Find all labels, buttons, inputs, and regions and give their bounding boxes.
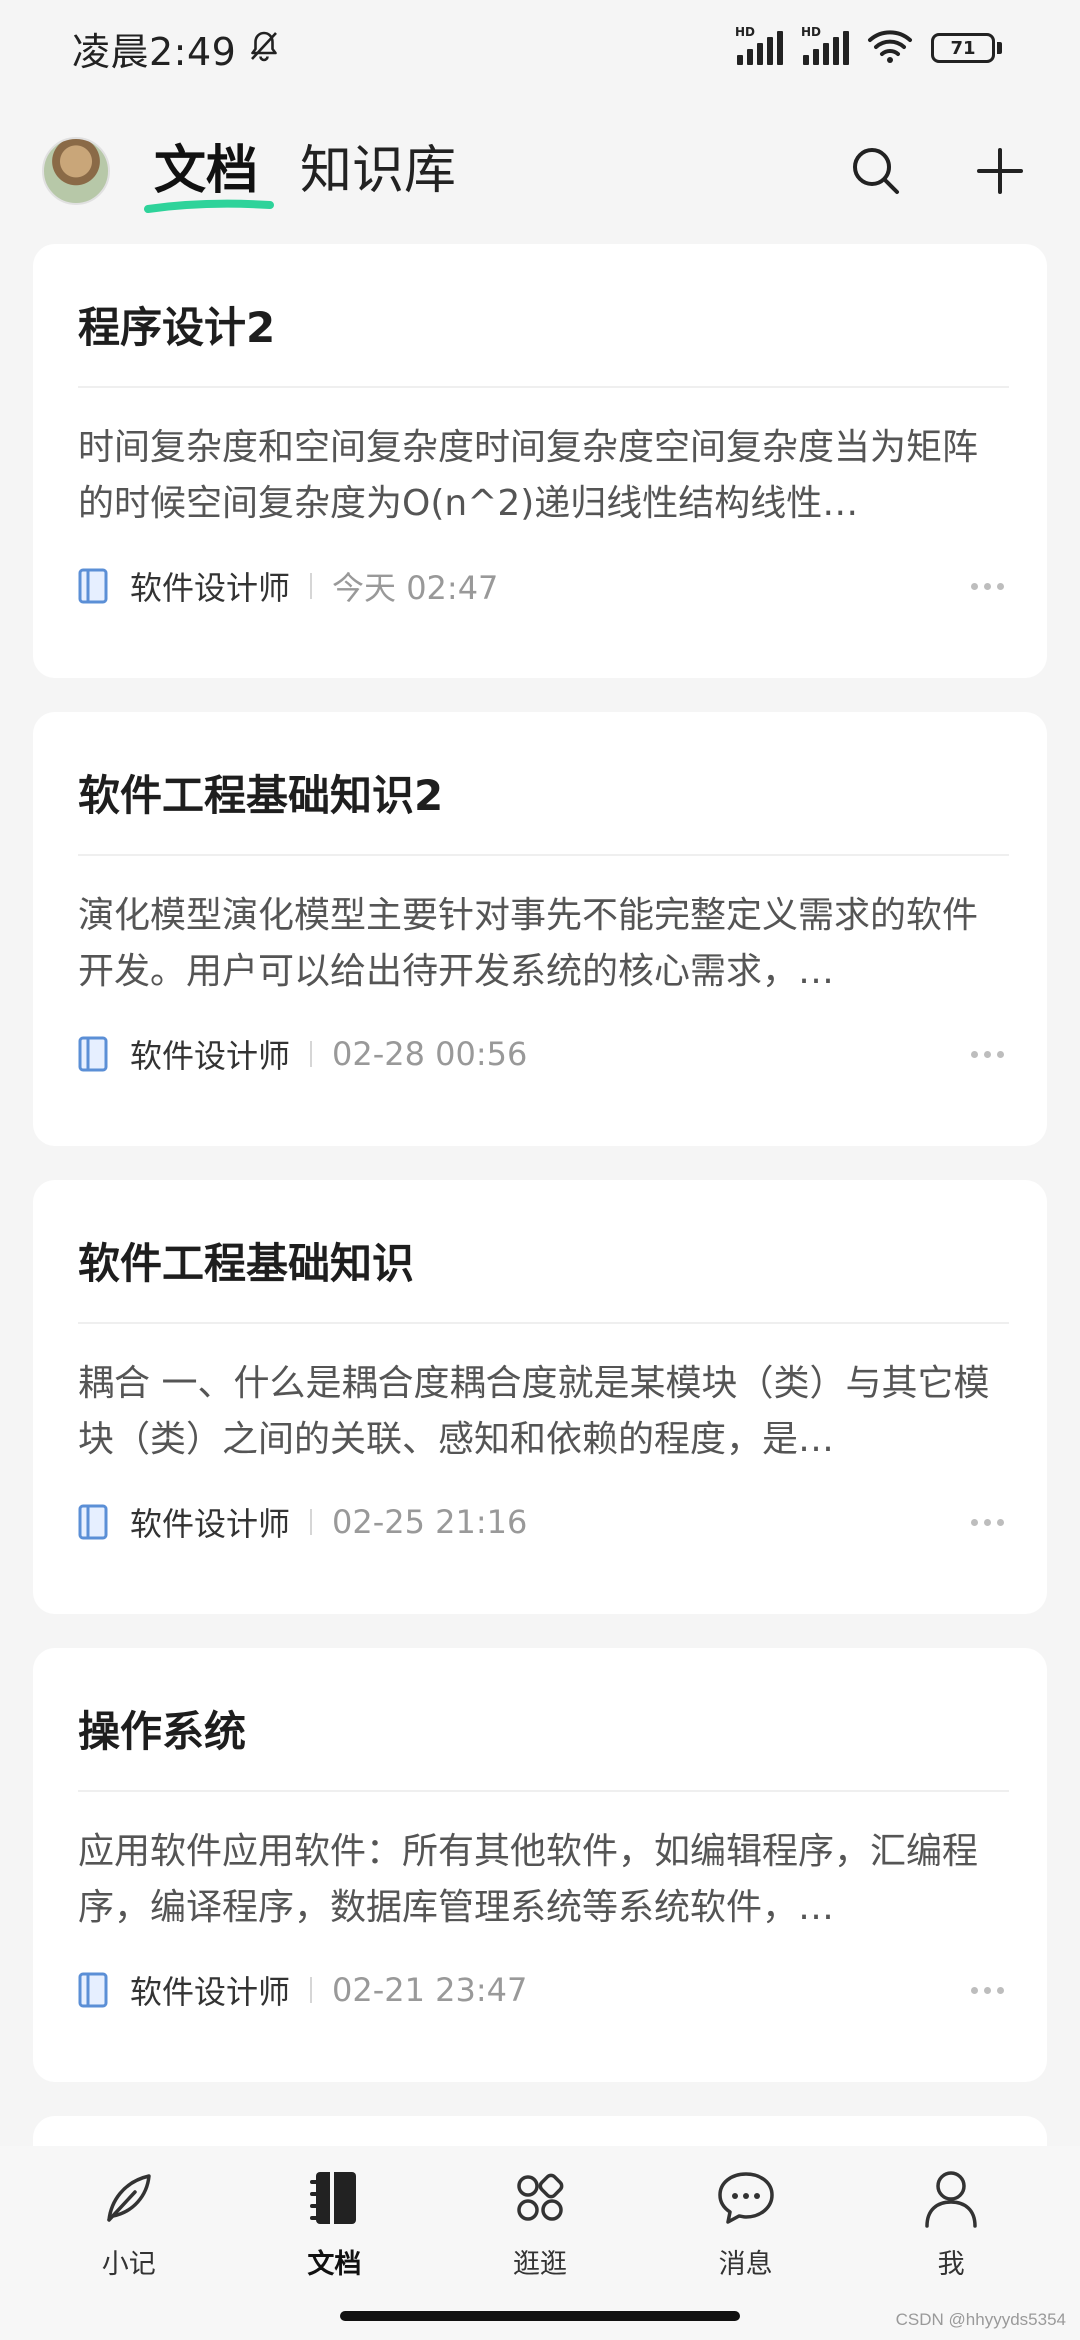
document-meta: 软件设计师 今天 02:47	[78, 564, 1007, 608]
status-time: 凌晨2:49	[72, 29, 237, 74]
signal-icon: HD	[735, 25, 783, 65]
plus-icon	[977, 148, 1023, 194]
nav-notes[interactable]: 小记	[49, 2166, 209, 2340]
divider	[78, 1790, 1009, 1792]
knowledge-base-name: 软件设计师	[130, 1037, 291, 1075]
watermark: CSDN @hhyyyds5354	[895, 2310, 1066, 2329]
document-card[interactable]: 操作系统 应用软件应用软件：所有其他软件，如编辑程序，汇编程序，编译程序，数据库…	[33, 1648, 1047, 2082]
header-tabs: 文档 知识库	[144, 145, 456, 213]
hd-label: HD	[801, 25, 822, 39]
document-list: 程序设计2 时间复杂度和空间复杂度时间复杂度空间复杂度当为矩阵的时候空间复杂度为…	[33, 244, 1047, 2190]
grid-icon	[517, 2173, 564, 2221]
document-card[interactable]: 软件工程基础知识 耦合 一、什么是耦合度耦合度就是某模块（类）与其它模块（类）之…	[33, 1180, 1047, 1614]
more-icon[interactable]	[971, 1985, 1007, 1995]
meta-separator	[310, 1041, 313, 1067]
tab-documents-label: 文档	[154, 141, 259, 201]
search-icon	[853, 148, 899, 194]
document-title: 软件工程基础知识2	[78, 771, 444, 820]
document-time: 02-25 21:16	[332, 1503, 528, 1541]
signal-icon: HD	[801, 25, 849, 65]
home-indicator[interactable]	[340, 2311, 740, 2321]
tab-knowledge-base-label: 知识库	[300, 141, 457, 201]
nav-label: 我	[937, 2249, 965, 2280]
active-tab-underline	[144, 199, 274, 213]
document-excerpt: 演化模型演化模型主要针对事先不能完整定义需求的软件开发。用户可以给出待开发系统的…	[78, 895, 979, 992]
document-excerpt: 应用软件应用软件：所有其他软件，如编辑程序，汇编程序，编译程序，数据库管理系统等…	[78, 1831, 979, 1928]
book-icon	[78, 1036, 108, 1072]
tab-documents[interactable]: 文档	[144, 145, 274, 213]
book-icon	[78, 1504, 108, 1540]
chat-icon	[717, 2172, 774, 2224]
avatar[interactable]	[42, 137, 110, 205]
book-icon	[78, 568, 108, 604]
meta-separator	[310, 573, 313, 599]
meta-separator	[310, 1977, 313, 2003]
status-bar: 凌晨2:49 HD HD 71	[0, 0, 1080, 96]
document-card[interactable]: 软件工程基础知识2 演化模型演化模型主要针对事先不能完整定义需求的软件开发。用户…	[33, 712, 1047, 1146]
document-meta: 软件设计师 02-25 21:16	[78, 1500, 1007, 1544]
document-meta: 软件设计师 02-28 00:56	[78, 1032, 1007, 1076]
document-time: 今天 02:47	[332, 569, 499, 607]
add-button[interactable]	[972, 143, 1028, 199]
hd-label: HD	[735, 25, 756, 39]
divider	[78, 854, 1009, 856]
battery-icon: 71	[931, 33, 1002, 63]
wifi-icon	[867, 28, 913, 68]
search-button[interactable]	[848, 143, 904, 199]
nav-label: 小记	[101, 2249, 156, 2280]
battery-level: 71	[931, 33, 995, 63]
document-card[interactable]: 程序设计2 时间复杂度和空间复杂度时间复杂度空间复杂度当为矩阵的时候空间复杂度为…	[33, 244, 1047, 678]
more-icon[interactable]	[971, 1517, 1007, 1527]
notebook-icon	[310, 2172, 357, 2224]
document-meta: 软件设计师 02-21 23:47	[78, 1968, 1007, 2012]
user-icon	[925, 2171, 977, 2228]
nav-label: 文档	[307, 2249, 362, 2280]
divider	[78, 386, 1009, 388]
feather-icon	[107, 2174, 151, 2222]
bell-off-icon	[246, 28, 282, 68]
more-icon[interactable]	[971, 581, 1007, 591]
document-title: 操作系统	[78, 1707, 247, 1756]
divider	[78, 1322, 1009, 1324]
document-excerpt: 时间复杂度和空间复杂度时间复杂度空间复杂度当为矩阵的时候空间复杂度为O(n^2)…	[78, 427, 979, 524]
knowledge-base-name: 软件设计师	[130, 1973, 291, 2011]
more-icon[interactable]	[971, 1049, 1007, 1059]
document-title: 程序设计2	[78, 303, 276, 352]
knowledge-base-name: 软件设计师	[130, 1505, 291, 1543]
knowledge-base-name: 软件设计师	[130, 569, 291, 607]
document-title: 软件工程基础知识	[78, 1239, 415, 1288]
document-excerpt: 耦合 一、什么是耦合度耦合度就是某模块（类）与其它模块（类）之间的关联、感知和依…	[78, 1363, 990, 1460]
nav-label: 逛逛	[512, 2249, 567, 2280]
book-icon	[78, 1972, 108, 2008]
tab-knowledge-base[interactable]: 知识库	[300, 145, 456, 197]
document-time: 02-28 00:56	[332, 1035, 528, 1073]
document-time: 02-21 23:47	[332, 1971, 528, 2009]
meta-separator	[310, 1509, 313, 1535]
nav-label: 消息	[718, 2249, 773, 2280]
top-header: 文档 知识库	[0, 96, 1080, 246]
